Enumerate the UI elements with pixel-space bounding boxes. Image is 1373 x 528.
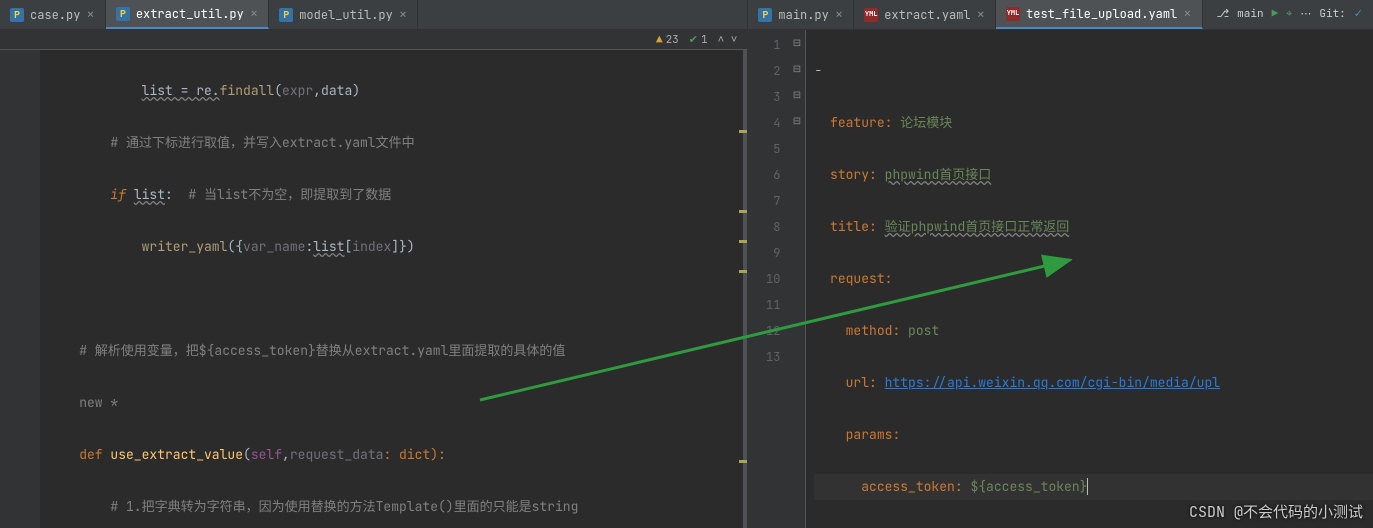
- chevron-up-down-icon[interactable]: ˄ ˅: [718, 33, 738, 47]
- more-run-icon[interactable]: ⋯: [1300, 7, 1311, 21]
- tab-extract-yaml[interactable]: YML extract.yaml ×: [854, 0, 996, 29]
- python-icon: P: [279, 8, 293, 22]
- tab-label: model_util.py: [299, 7, 393, 23]
- ide-root: P case.py × P extract_util.py × P model_…: [0, 0, 1373, 528]
- left-scrollbar[interactable]: [743, 50, 747, 528]
- right-gutter: 12345678910111213: [748, 30, 788, 528]
- watermark: CSDN @不会代码的小测试: [1189, 501, 1363, 522]
- yaml-icon: YML: [1006, 7, 1020, 21]
- tab-label: extract.yaml: [884, 7, 970, 23]
- left-gutter: [0, 50, 40, 528]
- tab-model-util-py[interactable]: P model_util.py ×: [269, 0, 418, 29]
- right-code[interactable]: - feature: 论坛模块 story: phpwind首页接口 title…: [806, 30, 1373, 528]
- branch-icon[interactable]: ⎇: [1216, 7, 1229, 21]
- fold-icon[interactable]: ⊟: [788, 82, 805, 108]
- tab-label: main.py: [778, 7, 828, 23]
- close-icon[interactable]: ×: [835, 6, 843, 24]
- right-editor[interactable]: 12345678910111213 ⊟⊟⊟⊟ - feature: 论坛模块 s…: [748, 30, 1373, 528]
- close-icon[interactable]: ×: [977, 6, 985, 24]
- tab-test-file-upload-yaml[interactable]: YML test_file_upload.yaml ×: [996, 0, 1203, 29]
- left-tabs: P case.py × P extract_util.py × P model_…: [0, 0, 747, 30]
- python-icon: P: [758, 8, 772, 22]
- tab-extract-util-py[interactable]: P extract_util.py ×: [106, 0, 269, 29]
- close-icon[interactable]: ×: [399, 6, 407, 24]
- fold-icon[interactable]: ⊟: [788, 108, 805, 134]
- close-icon[interactable]: ×: [250, 5, 258, 23]
- branch-name[interactable]: main: [1237, 7, 1263, 21]
- play-icon[interactable]: ▶: [1272, 7, 1279, 21]
- check-icon: ✔: [689, 33, 698, 47]
- tab-label: extract_util.py: [136, 6, 244, 22]
- git-label: Git:: [1319, 7, 1345, 21]
- close-icon[interactable]: ×: [86, 6, 94, 24]
- python-icon: P: [116, 7, 130, 21]
- tab-label: case.py: [30, 7, 80, 23]
- weak-warning-indicator[interactable]: ✔1: [689, 33, 708, 47]
- inspections-bar: ▲23 ✔1 ˄ ˅: [0, 30, 747, 50]
- git-update-icon[interactable]: ✓: [1354, 7, 1363, 21]
- left-code[interactable]: list = re.findall(expr,data) # 通过下标进行取值，…: [40, 50, 747, 528]
- tab-case-py[interactable]: P case.py ×: [0, 0, 106, 29]
- right-pane: P main.py × YML extract.yaml × YML test_…: [748, 0, 1373, 528]
- tab-main-py[interactable]: P main.py ×: [748, 0, 854, 29]
- warnings-indicator[interactable]: ▲23: [656, 33, 679, 47]
- close-icon[interactable]: ×: [1183, 5, 1191, 23]
- bug-icon[interactable]: ⌖: [1286, 7, 1292, 21]
- tab-label: test_file_upload.yaml: [1026, 6, 1177, 22]
- top-toolbar: ⎇ main ▶ ⌖ ⋯ Git: ✓: [1206, 0, 1373, 28]
- warning-icon: ▲: [656, 33, 663, 47]
- new-annotation: new *: [79, 394, 118, 411]
- fold-gutter[interactable]: ⊟⊟⊟⊟: [788, 30, 806, 528]
- fold-icon[interactable]: ⊟: [788, 30, 805, 56]
- left-editor[interactable]: list = re.findall(expr,data) # 通过下标进行取值，…: [0, 50, 747, 528]
- fold-icon[interactable]: ⊟: [788, 56, 805, 82]
- yaml-icon: YML: [864, 8, 878, 22]
- left-pane: P case.py × P extract_util.py × P model_…: [0, 0, 748, 528]
- python-icon: P: [10, 8, 24, 22]
